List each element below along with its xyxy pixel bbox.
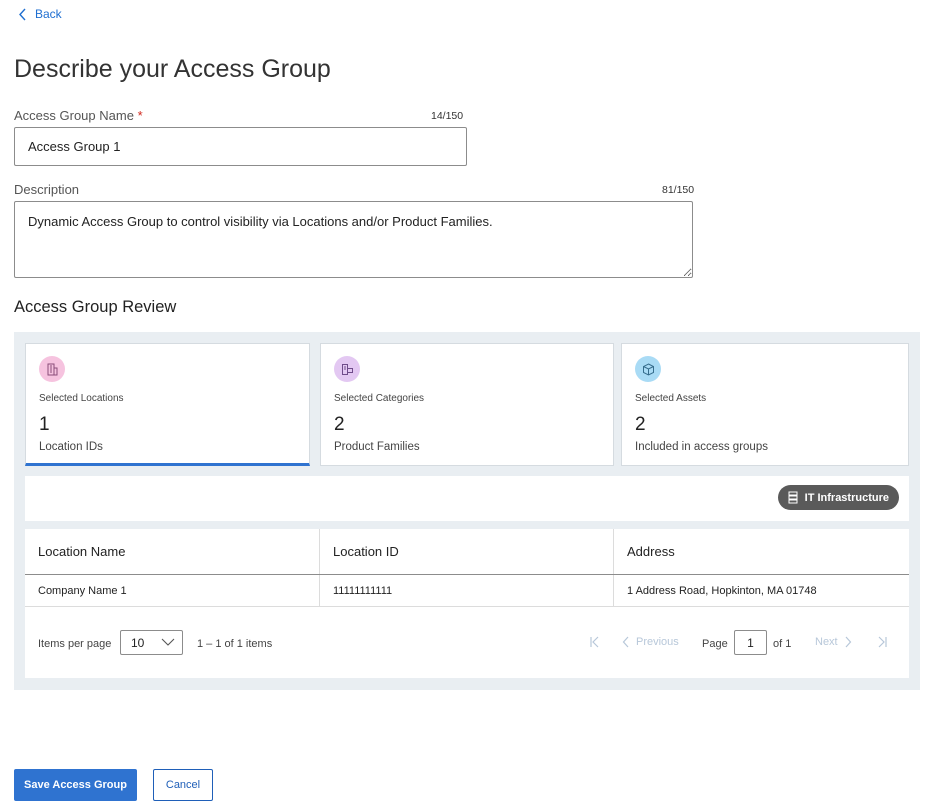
previous-label: Previous — [636, 636, 679, 648]
review-panel: Selected Locations 1 Location IDs Select… — [14, 332, 920, 690]
it-infrastructure-chip[interactable]: IT Infrastructure — [777, 485, 899, 510]
cell-address: 1 Address Road, Hopkinton, MA 01748 — [627, 584, 817, 597]
back-label: Back — [35, 7, 62, 21]
column-header-address[interactable]: Address — [614, 529, 909, 574]
card-subtitle: Product Families — [334, 441, 420, 453]
card-label: Selected Assets — [635, 393, 707, 404]
card-subtitle: Included in access groups — [635, 441, 768, 453]
card-label: Selected Locations — [39, 393, 124, 404]
chevron-right-icon — [845, 636, 851, 648]
description-label: Description — [14, 182, 80, 197]
cancel-button[interactable]: Cancel — [153, 769, 213, 801]
page-label: Page — [702, 638, 728, 650]
items-per-page-select[interactable]: 10 — [120, 630, 183, 655]
filter-bar: IT Infrastructure — [25, 476, 909, 521]
server-icon — [788, 491, 798, 504]
card-value: 2 — [635, 414, 646, 435]
items-per-page-label: Items per page — [38, 638, 112, 650]
table-row[interactable]: Company Name 1 11111111111 1 Address Roa… — [25, 575, 909, 607]
last-page-icon — [878, 636, 887, 648]
access-group-name-input[interactable] — [14, 127, 467, 166]
selected-categories-card[interactable]: Selected Categories 2 Product Families — [320, 343, 614, 466]
name-char-counter: 14/150 — [431, 110, 464, 122]
previous-page-button[interactable]: Previous — [622, 636, 679, 648]
back-link[interactable]: Back — [18, 7, 62, 21]
next-page-button[interactable]: Next — [815, 636, 852, 648]
pagination: Items per page 10 1 – 1 of 1 items Previ… — [25, 607, 909, 678]
cube-icon — [635, 356, 661, 382]
save-access-group-button[interactable]: Save Access Group — [14, 769, 137, 801]
chevron-left-icon — [19, 8, 26, 20]
name-label-text: Access Group Name — [14, 108, 134, 123]
last-page-button[interactable] — [877, 636, 887, 648]
chip-label: IT Infrastructure — [804, 491, 889, 504]
cell-location-name: Company Name 1 — [25, 575, 320, 606]
column-header-location-id[interactable]: Location ID — [320, 529, 614, 574]
first-page-icon — [590, 636, 599, 648]
description-textarea[interactable]: Dynamic Access Group to control visibili… — [14, 201, 693, 278]
next-label: Next — [815, 636, 838, 648]
required-mark: * — [137, 108, 143, 123]
card-value: 1 — [39, 414, 50, 435]
card-subtitle: Location IDs — [39, 441, 103, 453]
table-header: Location Name Location ID Address — [25, 529, 909, 575]
name-field-label: Access Group Name * — [14, 108, 143, 123]
column-header-location-name[interactable]: Location Name — [25, 529, 320, 574]
card-value: 2 — [334, 414, 345, 435]
page-total: of 1 — [773, 638, 792, 650]
items-range-text: 1 – 1 of 1 items — [197, 638, 273, 650]
review-section-title: Access Group Review — [14, 298, 177, 316]
card-label: Selected Categories — [334, 393, 425, 404]
cell-location-id: 11111111111 — [320, 575, 614, 606]
locations-table: Location Name Location ID Address Compan… — [25, 529, 909, 678]
selected-assets-card[interactable]: Selected Assets 2 Included in access gro… — [621, 343, 909, 466]
selected-locations-card[interactable]: Selected Locations 1 Location IDs — [25, 343, 310, 466]
building-icon — [39, 356, 65, 382]
category-icon — [334, 356, 360, 382]
chevron-down-icon — [161, 638, 175, 646]
chevron-left-icon — [622, 636, 629, 648]
description-char-counter: 81/150 — [662, 184, 695, 196]
page-number-input[interactable]: 1 — [734, 630, 767, 655]
page-title: Describe your Access Group — [14, 55, 331, 83]
items-per-page-value: 10 — [131, 635, 145, 650]
first-page-button[interactable] — [590, 636, 600, 648]
